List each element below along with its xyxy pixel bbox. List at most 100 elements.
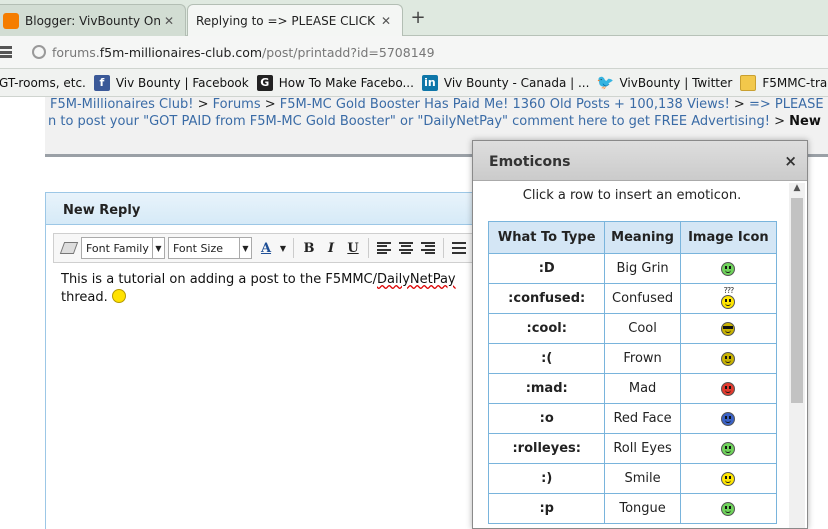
chevron-down-icon: ▼ xyxy=(239,238,251,258)
panel-title: New Reply xyxy=(46,193,484,225)
roll-eyes-icon xyxy=(721,441,736,456)
emoticon-meaning: Roll Eyes xyxy=(604,433,681,464)
bookmark-folder-f5mmc[interactable]: F5MMC-training/news xyxy=(740,74,828,91)
tab-blogger[interactable]: Blogger: VivBounty Online... ✕ xyxy=(0,4,186,36)
breadcrumb-link[interactable]: n to post your "GOT PAID from F5M-MC Gol… xyxy=(48,114,770,129)
emoticon-image-cell xyxy=(679,403,778,434)
editor-toolbar: Font Family ▼ Font Size ▼ A ▼ B I U xyxy=(53,233,483,263)
breadcrumb-line2: n to post your "GOT PAID from F5M-MC Gol… xyxy=(48,114,821,129)
close-icon[interactable]: × xyxy=(784,152,797,170)
emoticon-image-cell xyxy=(679,253,778,284)
bullet-list-icon[interactable] xyxy=(449,238,469,258)
emoticon-image-cell xyxy=(679,433,778,464)
emoticon-code: :( xyxy=(487,343,606,374)
italic-button[interactable]: I xyxy=(321,238,341,258)
breadcrumb-link[interactable]: => PLEASE xyxy=(749,97,824,112)
folder-icon xyxy=(740,74,757,91)
bookmark-twitter[interactable]: 🐦 VivBounty | Twitter xyxy=(596,74,733,91)
dialog-hint: Click a row to insert an emoticon. xyxy=(522,188,742,203)
table-row[interactable]: :o Red Face xyxy=(487,403,778,434)
table-row[interactable]: :cool: Cool xyxy=(487,313,778,344)
bookmarks-menu-icon[interactable] xyxy=(0,43,14,61)
align-left-icon[interactable] xyxy=(374,238,394,258)
column-header: What To Type xyxy=(487,221,606,254)
emoticon-image-cell xyxy=(679,343,778,374)
tab-title: Replying to => PLEASE CLICK ... xyxy=(196,13,378,28)
bold-button[interactable]: B xyxy=(299,238,319,258)
emoticon-image-cell xyxy=(679,463,778,494)
breadcrumb-current: New xyxy=(789,114,821,129)
editor-content[interactable]: This is a tutorial on adding a post to t… xyxy=(61,271,471,307)
dialog-title: Emoticons xyxy=(489,154,571,170)
font-size-select[interactable]: Font Size ▼ xyxy=(168,237,252,259)
emoticon-meaning: Big Grin xyxy=(604,253,681,284)
dialog-header: Emoticons × xyxy=(473,141,807,181)
emoticon-code: :rolleyes: xyxy=(487,433,606,464)
emoticon-code: :o xyxy=(487,403,606,434)
blogger-icon xyxy=(3,12,19,29)
table-row[interactable]: :p Tongue xyxy=(487,493,778,524)
facebook-icon: f xyxy=(93,74,110,91)
emoticon-image-cell xyxy=(679,373,778,404)
bookmark-how-to-make[interactable]: G How To Make Facebo... xyxy=(256,74,414,91)
big-grin-icon xyxy=(721,261,736,276)
remove-format-icon[interactable] xyxy=(59,242,79,254)
emoticons-dialog: Emoticons × ▲ Click a row to insert an e… xyxy=(472,140,808,529)
emoticon-code: :confused: xyxy=(487,283,606,314)
new-reply-panel: New Reply Font Family ▼ Font Size ▼ A ▼ B … xyxy=(45,192,485,529)
align-right-icon[interactable] xyxy=(418,238,438,258)
bookmark-gt-rooms[interactable]: GT-rooms, etc. xyxy=(0,76,86,90)
tab-replying[interactable]: Replying to => PLEASE CLICK ... ✕ xyxy=(187,4,403,36)
confused-icon xyxy=(721,294,736,309)
table-row[interactable]: :D Big Grin xyxy=(487,253,778,284)
bookmark-facebook[interactable]: f Viv Bounty | Facebook xyxy=(93,74,249,91)
breadcrumb-link[interactable]: Forums xyxy=(213,97,261,112)
smile-icon xyxy=(721,471,736,486)
close-tab-icon[interactable]: ✕ xyxy=(161,14,177,28)
g-icon: G xyxy=(256,74,273,91)
emoticon-meaning: Frown xyxy=(604,343,681,374)
emoticon-meaning: Confused xyxy=(604,283,681,314)
smile-icon xyxy=(111,289,126,303)
breadcrumb-link[interactable]: F5M-MC Gold Booster Has Paid Me! 1360 Ol… xyxy=(280,97,730,112)
table-row[interactable]: :mad: Mad xyxy=(487,373,778,404)
font-color-button[interactable]: A xyxy=(256,238,276,258)
breadcrumb: F5M-Millionaires Club! > Forums > F5M-MC… xyxy=(50,97,824,112)
close-tab-icon[interactable]: ✕ xyxy=(378,14,394,28)
mad-icon xyxy=(721,381,736,396)
scrollbar[interactable]: ▲ xyxy=(789,183,805,528)
emoticon-image-cell: ??? xyxy=(679,283,778,314)
cool-icon xyxy=(721,321,736,336)
align-center-icon[interactable] xyxy=(396,238,416,258)
address-bar: forums.f5m-millionaires-club.com/post/pr… xyxy=(0,36,828,69)
chevron-down-icon: ▼ xyxy=(152,238,164,258)
emoticon-image-cell xyxy=(679,313,778,344)
emoticon-code: :) xyxy=(487,463,606,494)
scroll-up-icon: ▲ xyxy=(793,183,801,193)
tab-title: Blogger: VivBounty Online... xyxy=(25,13,161,28)
table-row[interactable]: :confused: Confused??? xyxy=(487,283,778,314)
chevron-down-icon[interactable]: ▼ xyxy=(278,238,288,258)
twitter-icon: 🐦 xyxy=(596,74,615,91)
emoticon-meaning: Red Face xyxy=(604,403,681,434)
bookmark-linkedin[interactable]: in Viv Bounty - Canada | ... xyxy=(421,74,589,91)
url-field[interactable]: forums.f5m-millionaires-club.com/post/pr… xyxy=(52,45,435,60)
table-row[interactable]: :) Smile xyxy=(487,463,778,494)
table-row[interactable]: :(Frown xyxy=(487,343,778,374)
linkedin-icon: in xyxy=(421,74,438,91)
emoticon-meaning: Tongue xyxy=(604,493,681,524)
table-row[interactable]: :rolleyes: Roll Eyes xyxy=(487,433,778,464)
emoticon-code: :cool: xyxy=(487,313,606,344)
emoticon-meaning: Cool xyxy=(604,313,681,344)
emoticon-code: :D xyxy=(487,253,606,284)
breadcrumb-link[interactable]: F5M-Millionaires Club! xyxy=(50,97,193,112)
underline-button[interactable]: U xyxy=(343,238,363,258)
new-tab-button[interactable]: + xyxy=(410,7,426,28)
font-family-select[interactable]: Font Family ▼ xyxy=(81,237,165,259)
emoticon-meaning: Smile xyxy=(604,463,681,494)
scrollbar-thumb[interactable] xyxy=(791,198,803,403)
bookmarks-bar: GT-rooms, etc. f Viv Bounty | Facebook G… xyxy=(0,69,828,97)
column-header: Meaning xyxy=(604,221,681,254)
emoticon-code: :p xyxy=(487,493,606,524)
column-header: Image Icon xyxy=(679,221,778,254)
